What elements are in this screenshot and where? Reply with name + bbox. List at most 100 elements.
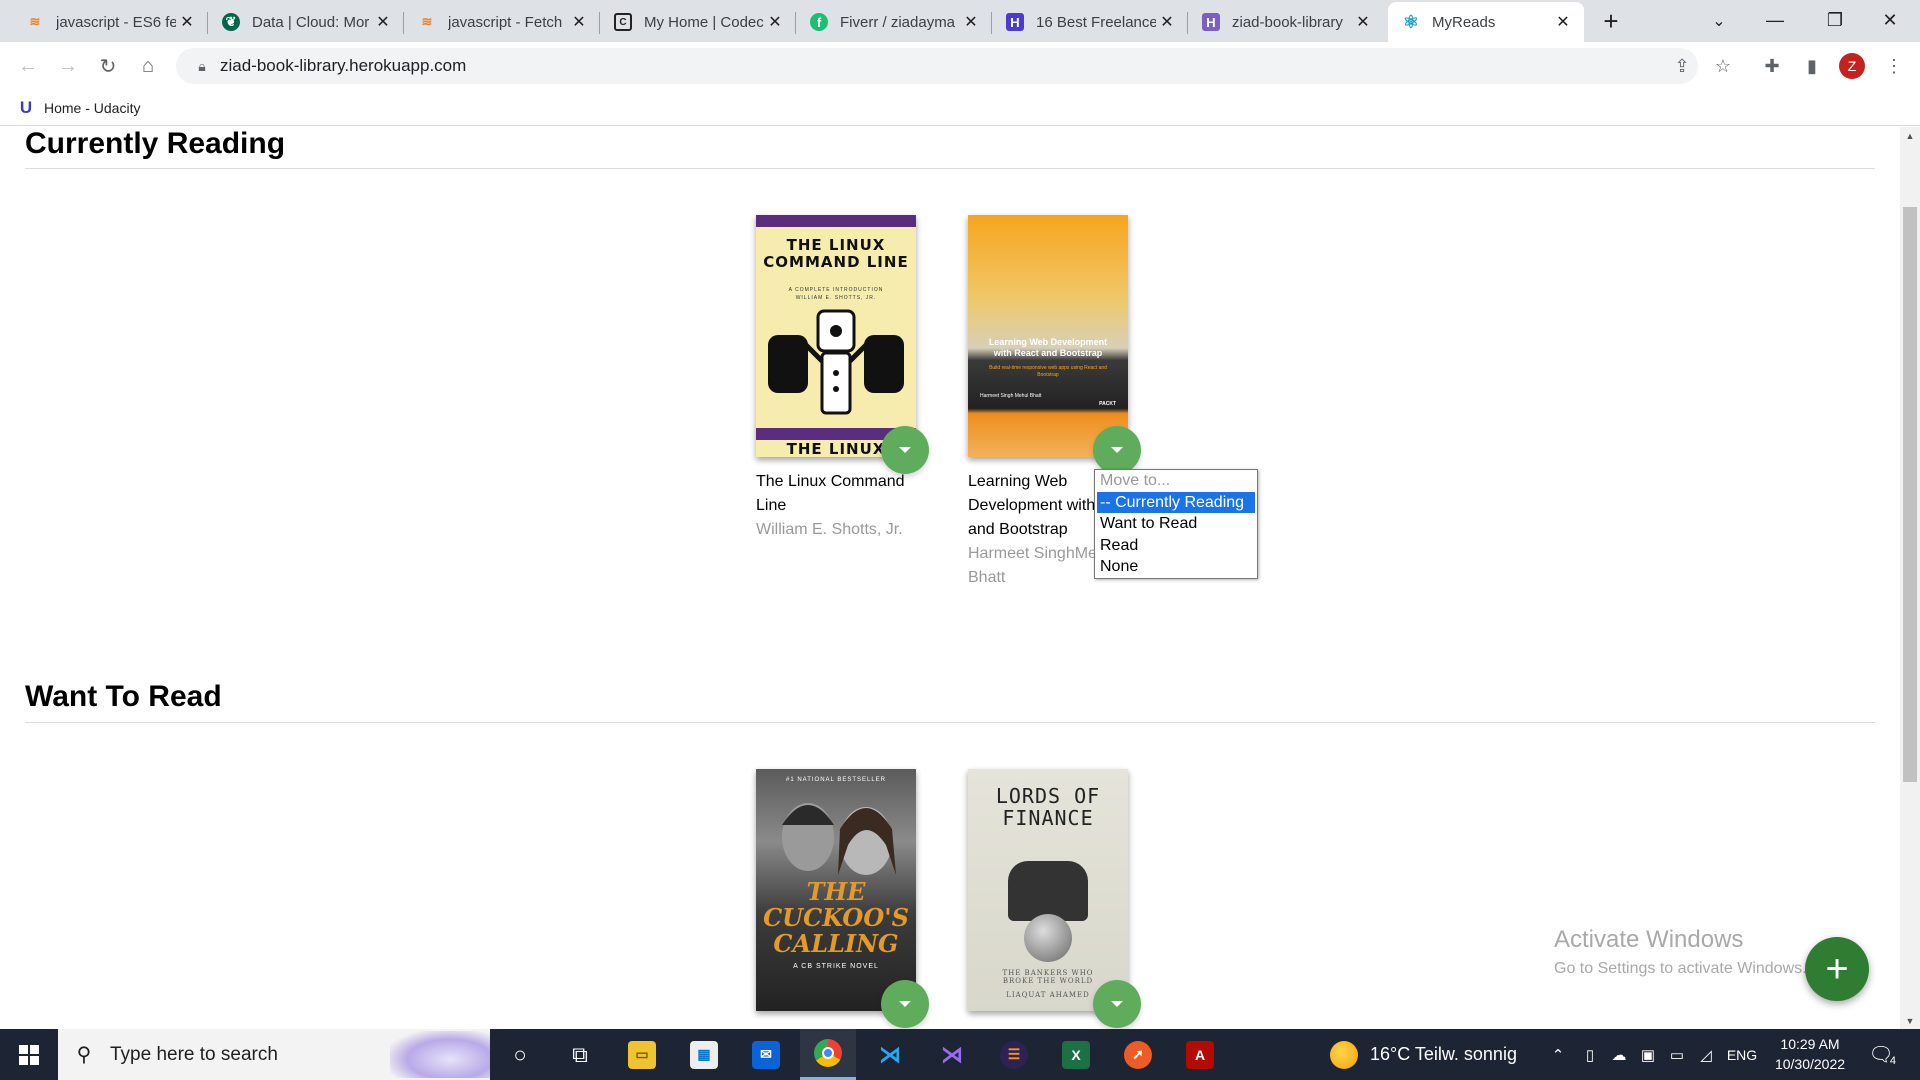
onedrive-cloud-icon[interactable]: ☁ [1606,1029,1632,1080]
close-icon[interactable]: ✕ [1352,11,1374,33]
tray-chevron-icon[interactable]: ⌃ [1548,1029,1568,1080]
lock-icon[interactable]: 🔒︎ [184,58,220,75]
device-icon[interactable]: ▯ [1578,1029,1602,1080]
acrobat-icon[interactable]: A [1172,1029,1228,1080]
mail-icon[interactable]: ✉ [738,1029,794,1080]
shelf-changer-button[interactable] [881,980,929,1028]
home-button[interactable]: ⌂ [132,50,164,82]
cover-publisher: PACKT [1099,401,1116,407]
bookmark-label: Home - Udacity [44,100,141,116]
wifi-icon[interactable]: ◿ [1694,1029,1718,1080]
notification-center-icon[interactable]: 🗨︎ 4 [1866,1039,1896,1069]
cover-author: WILLIAM E. SHOTTS, JR. [795,295,877,301]
option-currently-reading[interactable]: -- Currently Reading [1097,491,1255,513]
option-want-to-read[interactable]: Want to Read [1095,513,1257,535]
visual-studio-icon[interactable]: ⋊ [924,1029,980,1080]
tab-ziad-book-library[interactable]: H ziad-book-library ✕ [1188,2,1384,42]
task-view-icon[interactable]: ⧉ [552,1029,608,1080]
vscode-icon[interactable]: ⋊ [862,1029,918,1080]
shelf-changer-button[interactable] [1093,980,1141,1028]
cover-subtitle: A CB STRIKE NOVEL [793,963,879,970]
book-title-line: Learning Web [968,473,1068,490]
extensions-puzzle-icon[interactable]: ✚ [1756,50,1788,82]
close-icon[interactable]: ✕ [1552,11,1574,33]
new-tab-button[interactable]: + [1596,6,1626,36]
book-title-line: Line [756,497,787,514]
add-book-button[interactable]: + [1805,937,1869,1001]
url-text[interactable]: ziad-book-library.herokuapp.com [220,56,466,76]
move-to-shelf-dropdown[interactable]: Move to... -- Currently Reading Want to … [1094,469,1258,579]
book-title: The Linux Command Line [756,470,936,518]
book-title-line: and Bootstrap [968,521,1068,538]
cover-title: THE LINUX COMMAND LINE [763,236,909,271]
shelf-divider [25,168,1875,169]
start-button[interactable] [0,1029,58,1080]
tab-title: javascript - Fetch [448,13,563,31]
tab-mongodb-cloud[interactable]: ❦ Data | Cloud: Mor ✕ [208,2,404,42]
page-scrollbar[interactable]: ▲ ▼ [1900,127,1920,1029]
eclipse-icon[interactable]: ☰ [986,1029,1042,1080]
shelf-changer-button[interactable] [1093,426,1141,474]
tab-best-freelance[interactable]: H 16 Best Freelance ✕ [992,2,1188,42]
stackoverflow-icon: ≋ [29,14,41,29]
battery-icon[interactable]: ▭ [1664,1029,1690,1080]
menu-kebab-icon[interactable]: ⋮ [1882,50,1906,82]
share-icon[interactable]: ⇪ [1666,50,1698,82]
tab-javascript-fetch[interactable]: ≋ javascript - Fetch ✕ [404,2,600,42]
address-bar[interactable]: 🔒︎ ziad-book-library.herokuapp.com [176,48,1698,84]
shelf-title-currently-reading: Currently Reading [25,127,286,160]
option-read[interactable]: Read [1095,535,1257,557]
minimize-button[interactable]: — [1745,0,1805,40]
tab-javascript-es6[interactable]: ≋ javascript - ES6 fe ✕ [12,2,208,42]
tab-search-chevron-icon[interactable]: ⌄ [1704,6,1734,36]
tab-codecademy[interactable]: C My Home | Codec ✕ [600,2,796,42]
close-icon[interactable]: ✕ [568,11,590,33]
close-window-button[interactable]: ✕ [1860,0,1920,40]
bookmark-udacity[interactable]: U Home - Udacity [16,96,141,120]
search-icon: ⚲ [76,1044,92,1066]
shelf-changer-button[interactable] [881,426,929,474]
language-indicator[interactable]: ENG [1722,1029,1762,1080]
watermark-line-2: Go to Settings to activate Windows. [1554,960,1807,977]
scroll-thumb[interactable] [1903,207,1917,782]
book-author-line: Harmeet SinghMe [968,545,1097,562]
tab-title: Fiverr / ziadayma [840,13,956,31]
clock-time: 10:29 AM [1780,1036,1840,1052]
weather-widget[interactable]: 16°C Teilw. sonnig [1330,1029,1517,1080]
close-icon[interactable]: ✕ [764,11,786,33]
taskbar-clock[interactable]: 10:29 AM 10/30/2022 [1770,1034,1850,1074]
tab-fiverr[interactable]: f Fiverr / ziadayma ✕ [796,2,992,42]
scroll-up-arrow-icon[interactable]: ▲ [1900,127,1920,144]
profile-avatar[interactable]: Z [1839,53,1865,79]
bookmark-star-icon[interactable]: ☆ [1707,50,1739,82]
file-explorer-icon[interactable]: ▭ [614,1029,670,1080]
book-authors: William E. Shotts, Jr. [756,521,903,538]
caret-down-icon [1111,1001,1123,1007]
reload-button[interactable]: ↻ [92,50,124,82]
microsoft-store-icon[interactable]: ▦ [676,1029,732,1080]
side-panel-icon[interactable]: ▮ [1796,50,1828,82]
tab-myreads[interactable]: ⚛ MyReads ✕ [1388,2,1584,42]
book-author-line: Bhatt [968,569,1006,586]
book-title: Learning Web Development with and Bootst… [968,470,1098,542]
forward-button[interactable]: → [52,50,84,82]
back-button[interactable]: ← [12,50,44,82]
cortana-icon[interactable]: ○ [492,1029,548,1080]
clock-date: 10/30/2022 [1774,1056,1846,1072]
excel-icon[interactable]: X [1048,1029,1104,1080]
close-icon[interactable]: ✕ [960,11,982,33]
taskbar-search-box[interactable]: ⚲ Type here to search [58,1029,490,1080]
chrome-icon[interactable] [800,1029,856,1080]
postman-icon[interactable]: ➚ [1110,1029,1166,1080]
scroll-down-arrow-icon[interactable]: ▼ [1900,1012,1920,1029]
close-icon[interactable]: ✕ [176,11,198,33]
book-cover: #1 NATIONAL BESTSELLER THE CUCKOO'S CALL… [756,769,916,1011]
book-title-line: The Linux Command [756,473,905,490]
close-icon[interactable]: ✕ [1156,11,1178,33]
restore-button[interactable]: ❐ [1805,0,1865,40]
network-icon[interactable]: ▣ [1636,1029,1660,1080]
option-none[interactable]: None [1095,556,1257,578]
cover-subtitle: THE BANKERS WHO BROKE THE WORLD [1002,969,1094,985]
react-icon: ⚛ [1402,11,1420,32]
close-icon[interactable]: ✕ [372,11,394,33]
